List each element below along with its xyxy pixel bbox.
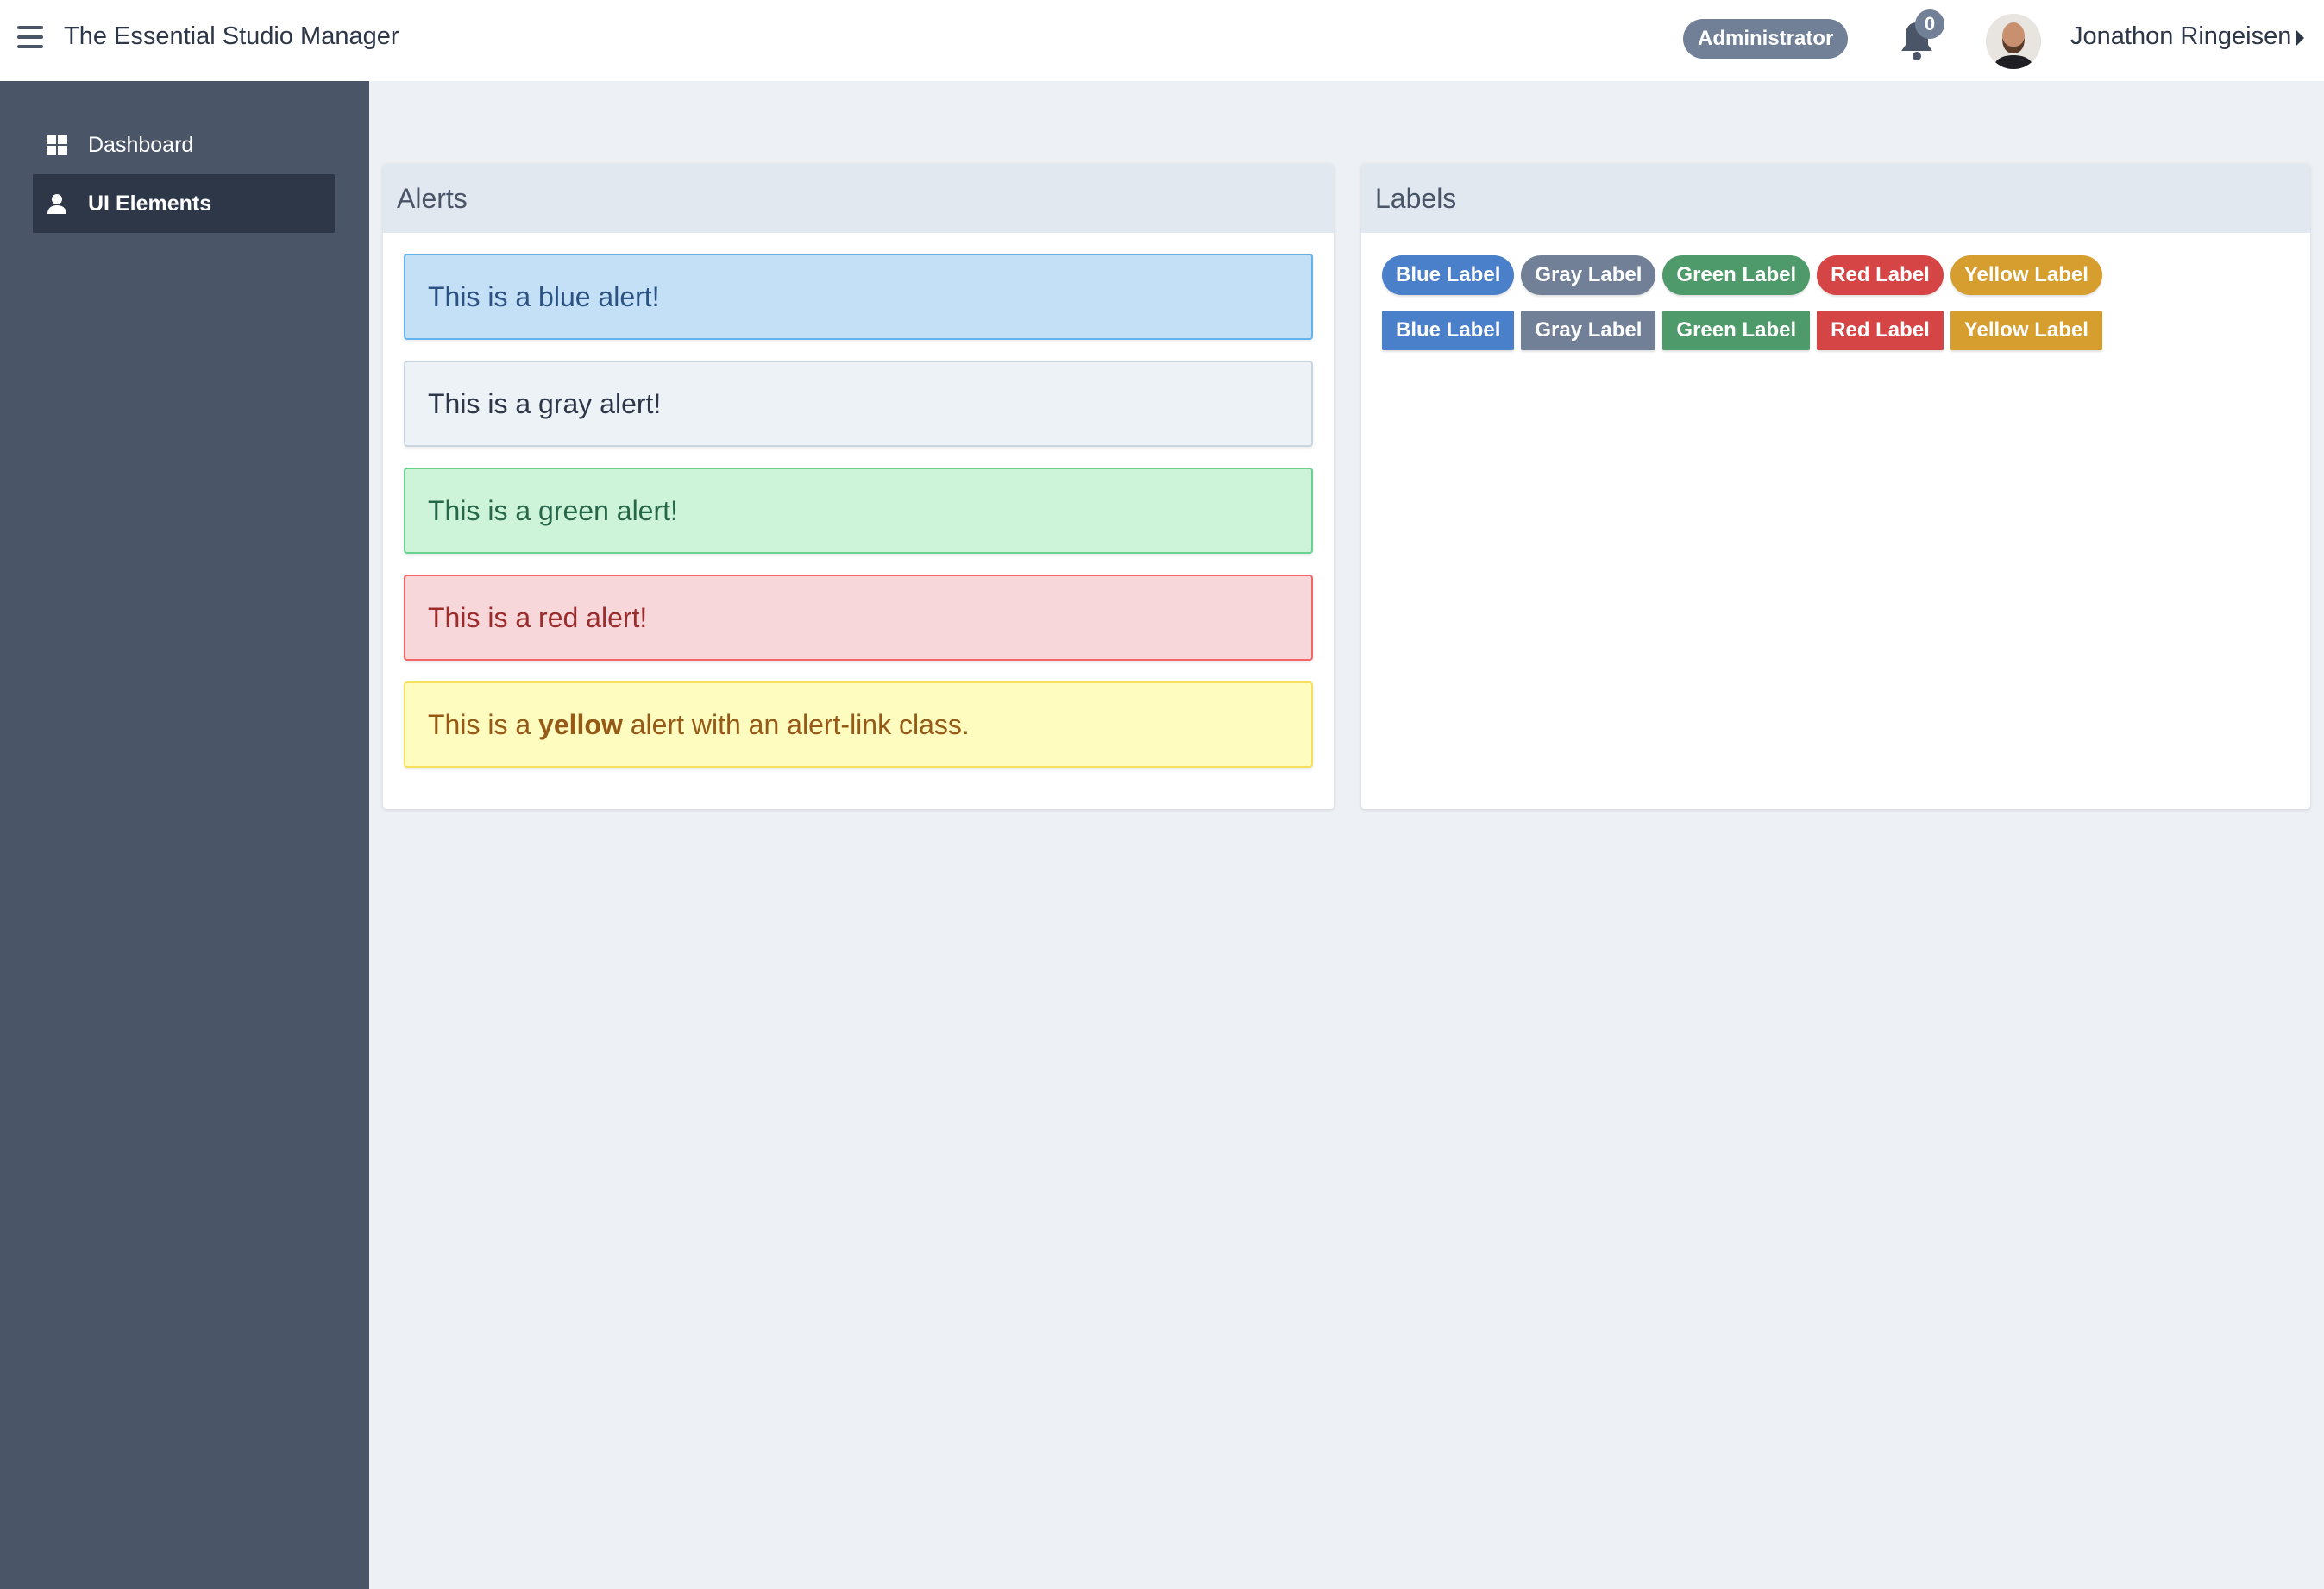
yellow-alert-link[interactable]: yellow — [538, 709, 623, 740]
red-alert: This is a red alert! — [404, 575, 1313, 661]
sidebar-item-label: Dashboard — [88, 132, 194, 157]
blue-square-label: Blue Label — [1382, 311, 1515, 350]
sidebar-item-ui-elements[interactable]: UI Elements — [33, 174, 335, 233]
green-pill-label: Green Label — [1662, 255, 1811, 295]
gray-square-label: Gray Label — [1521, 311, 1656, 350]
top-bar: The Essential Studio Manager Administrat… — [0, 0, 2324, 81]
gray-alert: This is a gray alert! — [404, 361, 1313, 447]
sidebar-item-dashboard[interactable]: Dashboard — [33, 116, 335, 174]
pill-label-row: Blue Label Gray Label Green Label Red La… — [1382, 255, 2102, 295]
red-pill-label: Red Label — [1817, 255, 1944, 295]
role-badge: Administrator — [1683, 19, 1849, 59]
dashboard-icon — [45, 133, 69, 157]
user-menu-name[interactable]: Jonathon Ringeisen — [2070, 22, 2291, 51]
yellow-alert-suffix: alert with an alert-link class. — [622, 709, 970, 740]
sidebar-item-label: UI Elements — [88, 191, 212, 216]
yellow-alert-prefix: This is a — [428, 709, 539, 740]
blue-alert: This is a blue alert! — [404, 254, 1313, 340]
sidebar: Dashboard UI Elements — [0, 81, 369, 1589]
labels-panel: Labels Blue Label Gray Label Green Label… — [1361, 164, 2310, 809]
yellow-square-label: Yellow Label — [1950, 311, 2102, 350]
green-alert: This is a green alert! — [404, 468, 1313, 554]
labels-panel-title: Labels — [1361, 164, 2310, 233]
square-label-row: Blue Label Gray Label Green Label Red La… — [1382, 311, 2102, 350]
caret-right-icon[interactable] — [2296, 29, 2304, 47]
yellow-alert: This is a yellow alert with an alert-lin… — [404, 681, 1313, 768]
avatar[interactable] — [1986, 14, 2041, 69]
notification-count-badge: 0 — [1915, 9, 1944, 39]
gray-pill-label: Gray Label — [1521, 255, 1656, 295]
blue-pill-label: Blue Label — [1382, 255, 1515, 295]
user-icon — [45, 192, 69, 216]
alerts-panel-title: Alerts — [383, 164, 1334, 233]
alerts-panel: Alerts This is a blue alert! This is a g… — [383, 164, 1334, 809]
green-square-label: Green Label — [1662, 311, 1811, 350]
hamburger-menu-icon[interactable] — [17, 26, 43, 48]
yellow-pill-label: Yellow Label — [1950, 255, 2102, 295]
red-square-label: Red Label — [1817, 311, 1944, 350]
app-title: The Essential Studio Manager — [64, 22, 399, 50]
